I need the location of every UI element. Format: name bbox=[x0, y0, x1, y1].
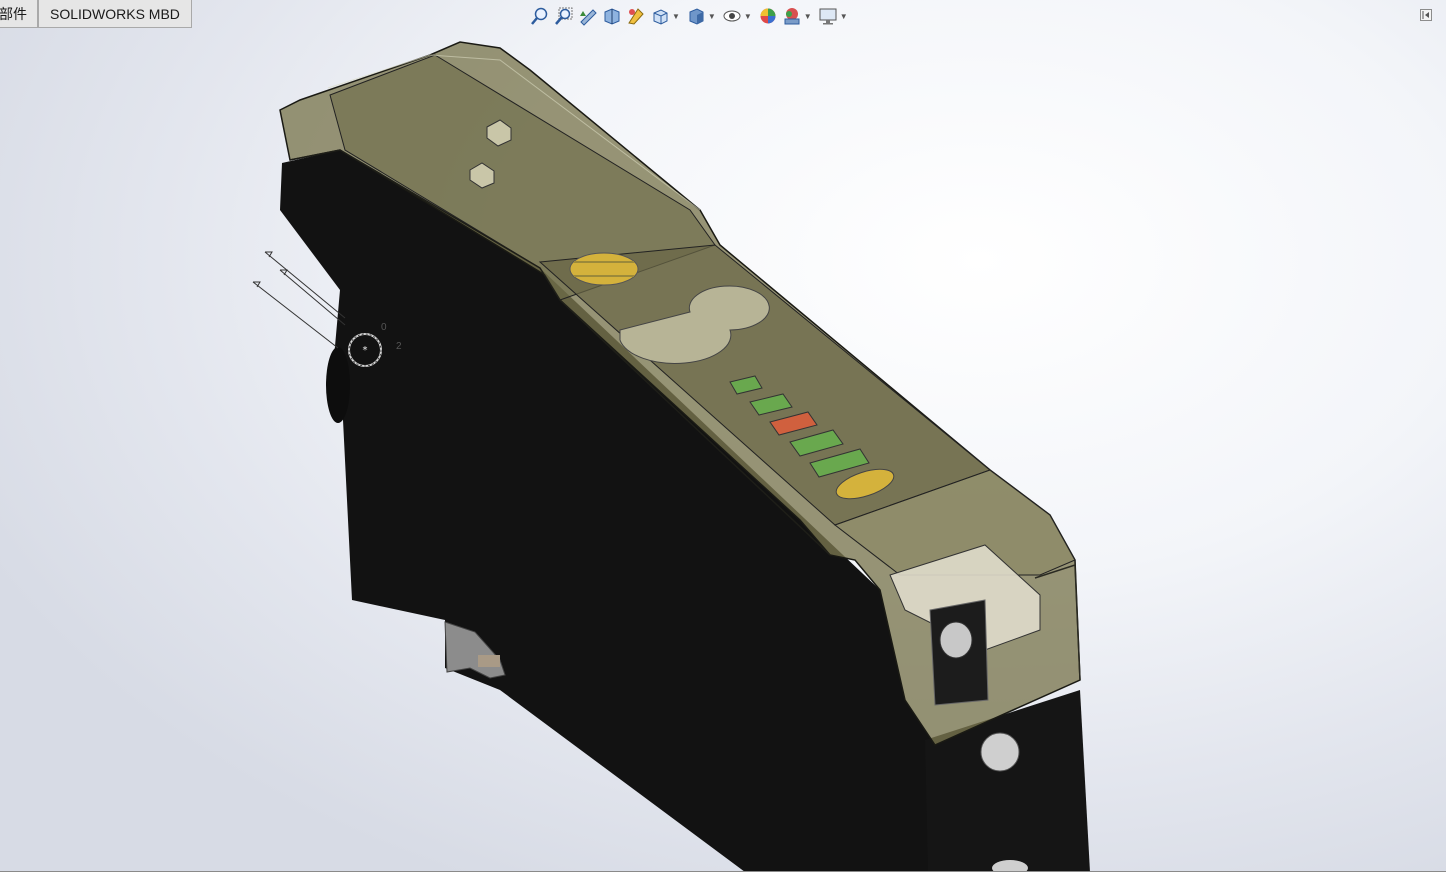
edit-appearance-icon bbox=[760, 8, 776, 24]
hide-show-items-icon bbox=[723, 10, 741, 22]
previous-view-button[interactable] bbox=[576, 5, 600, 27]
view-orientation-icon bbox=[653, 9, 668, 25]
tab-solidworks-mbd[interactable]: SOLIDWORKS MBD bbox=[38, 0, 192, 28]
apply-scene-icon bbox=[784, 8, 800, 25]
mounting-hole bbox=[980, 732, 1020, 772]
zoom-to-fit-icon bbox=[531, 7, 548, 25]
chevron-down-icon[interactable]: ▼ bbox=[708, 12, 716, 21]
chevron-down-icon[interactable]: ▼ bbox=[840, 12, 848, 21]
connector-pin bbox=[478, 655, 500, 667]
svg-text:*: * bbox=[363, 345, 368, 356]
zoom-to-area-button[interactable] bbox=[552, 5, 576, 27]
cable-plug bbox=[939, 621, 973, 659]
section-view-button[interactable] bbox=[600, 5, 624, 27]
previous-view-icon bbox=[580, 9, 597, 26]
graphics-viewport[interactable]: * 0 2 bbox=[0, 0, 1446, 872]
dynamic-annotation-button[interactable] bbox=[624, 5, 648, 27]
mount-knob bbox=[326, 347, 350, 423]
heads-up-view-toolbar: ▼ ▼ ▼ ▼ ▼ bbox=[528, 5, 852, 27]
tab-assembly[interactable]: 部件 bbox=[0, 0, 38, 28]
view-orientation-button[interactable] bbox=[648, 5, 672, 27]
triad-label: 0 bbox=[381, 322, 387, 333]
setting-dial bbox=[569, 252, 639, 286]
dynamic-annotation-icon bbox=[628, 8, 644, 25]
edit-appearance-button[interactable] bbox=[756, 5, 780, 27]
display-style-button[interactable] bbox=[684, 5, 708, 27]
view-settings-icon bbox=[819, 8, 837, 25]
triad-label: 2 bbox=[396, 341, 402, 352]
hide-show-items-button[interactable] bbox=[720, 5, 744, 27]
section-view-icon bbox=[604, 8, 620, 25]
zoom-to-fit-button[interactable] bbox=[528, 5, 552, 27]
zoom-to-area-icon bbox=[555, 7, 573, 25]
chevron-down-icon[interactable]: ▼ bbox=[804, 12, 812, 21]
command-manager-tabs: 部件 SOLIDWORKS MBD bbox=[0, 0, 192, 29]
collapse-panel-icon[interactable] bbox=[1420, 9, 1432, 21]
view-settings-button[interactable] bbox=[816, 5, 840, 27]
display-style-icon bbox=[689, 8, 704, 25]
chevron-down-icon[interactable]: ▼ bbox=[744, 12, 752, 21]
chevron-down-icon[interactable]: ▼ bbox=[672, 12, 680, 21]
apply-scene-button[interactable] bbox=[780, 5, 804, 27]
